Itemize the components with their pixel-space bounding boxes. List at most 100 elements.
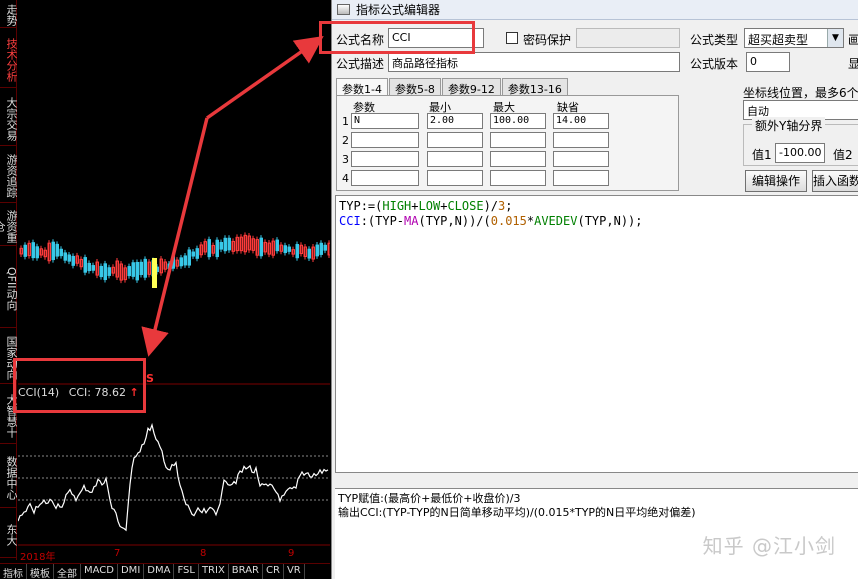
password-label: 密码保护 <box>523 33 572 47</box>
date-label: 8 <box>200 548 207 559</box>
description-label: 公式描述 <box>336 57 385 71</box>
indicator-tab[interactable]: 指标 <box>0 564 27 579</box>
param-max-cell[interactable] <box>490 151 546 167</box>
version-input[interactable]: 0 <box>746 52 790 72</box>
title-bar[interactable]: 指标公式编辑器 <box>332 0 858 20</box>
param-name-cell[interactable] <box>351 151 419 167</box>
code-line: CCI:(TYP-MA(TYP,N))/(0.015*AVEDEV(TYP,N)… <box>339 214 643 228</box>
explanation-line: 输出CCI:(TYP-TYP的N日简单移动平均)/(0.015*TYP的N日平均… <box>338 506 696 519</box>
side-tab[interactable]: 东大 <box>0 510 17 558</box>
param-min-cell[interactable] <box>427 151 483 167</box>
version-label: 公式版本 <box>690 57 739 71</box>
indicator-tab[interactable]: CR <box>263 564 284 579</box>
annotation-box-formula-name <box>319 21 475 54</box>
price-chart <box>18 232 330 546</box>
indicator-tab[interactable]: VR <box>284 564 305 579</box>
candle-body <box>295 244 299 259</box>
candle-body <box>35 246 39 259</box>
candle-body <box>83 257 87 273</box>
param-max-cell[interactable] <box>490 132 546 148</box>
window-icon <box>337 4 350 15</box>
param-name-cell[interactable] <box>351 132 419 148</box>
candle-body <box>219 241 223 250</box>
indicator-tab[interactable]: FSL <box>174 564 199 579</box>
candle-body <box>167 263 171 270</box>
candle-body <box>179 257 183 267</box>
candle-body <box>207 239 211 258</box>
candle-body <box>55 243 59 257</box>
yaxis-group-title: 额外Y轴分界 <box>752 117 826 134</box>
param-min-cell[interactable]: 2.00 <box>427 113 483 129</box>
indicator-tab[interactable]: DMA <box>144 564 175 579</box>
param-table: 参数 最小 最大 缺省 1 N 2.00 100.00 14.00 2 3 4 <box>336 95 679 191</box>
side-tab[interactable]: QFII动向 <box>0 248 17 328</box>
indicator-tab[interactable]: BRAR <box>229 564 263 579</box>
candle-body <box>67 254 71 262</box>
tab-param-1-4[interactable]: 参数1-4 <box>336 78 388 96</box>
param-name-cell[interactable] <box>351 170 419 186</box>
tab-param-5-8[interactable]: 参数5-8 <box>388 78 441 96</box>
formula-type-value: 超买超卖型 <box>748 33 809 47</box>
password-checkbox[interactable] <box>506 32 518 44</box>
indicator-tab[interactable]: MACD <box>81 564 118 579</box>
side-tab[interactable]: 大宗交易 <box>0 90 17 146</box>
side-tab[interactable]: 游资追踪 <box>0 148 17 203</box>
side-tab[interactable]: 游资重仓 <box>0 205 17 246</box>
indicator-tab[interactable]: DMI <box>118 564 145 579</box>
candle-body <box>215 239 219 258</box>
param-min-cell[interactable] <box>427 170 483 186</box>
candle-body <box>91 265 95 271</box>
candle-body <box>143 258 147 278</box>
tab-param-9-12[interactable]: 参数9-12 <box>441 78 501 96</box>
coord-line-label: 坐标线位置，最多6个， <box>743 86 858 100</box>
edit-operation-button[interactable]: 编辑操作 <box>745 170 807 192</box>
row-number: 2 <box>342 134 349 147</box>
param-default-cell[interactable] <box>553 151 609 167</box>
date-label: 9 <box>288 548 295 559</box>
candle-body <box>223 237 227 252</box>
insert-function-button[interactable]: 插入函数 <box>812 170 858 192</box>
candle-body <box>23 244 27 257</box>
candle-body <box>71 255 75 266</box>
stock-chart-panel: 走势技术分析大宗交易游资追踪游资重仓QFII动向国家动向大智慧十数据中心东大 C… <box>0 0 330 579</box>
side-tab[interactable]: 技术分析 <box>0 30 17 88</box>
param-default-cell[interactable] <box>553 170 609 186</box>
candle-body <box>99 265 103 278</box>
cut-label: 画 <box>848 33 858 47</box>
param-min-cell[interactable] <box>427 132 483 148</box>
param-tab-bar: 参数1-4 参数5-8 参数9-12 参数13-16 <box>336 78 569 96</box>
indicator-tab-bar: 指标 模板 全部 MACD DMI DMA FSL TRIX BRAR CR VR <box>0 563 330 579</box>
candle-body <box>103 263 107 281</box>
side-tab[interactable]: 数据中心 <box>0 446 17 508</box>
watermark: 知乎 @江小剑 <box>702 534 836 558</box>
candle-body <box>323 244 327 251</box>
indicator-tab[interactable]: TRIX <box>199 564 229 579</box>
param-name-cell[interactable]: N <box>351 113 419 129</box>
date-label: 7 <box>114 548 121 559</box>
indicator-tab[interactable]: 模板 <box>27 564 54 579</box>
param-max-cell[interactable] <box>490 170 546 186</box>
highlight-candle <box>152 258 157 288</box>
indicator-tab[interactable]: 全部 <box>54 564 81 579</box>
param-default-cell[interactable] <box>553 132 609 148</box>
annotation-box-cci-label <box>13 358 146 413</box>
candle-body <box>275 239 279 252</box>
description-input[interactable]: 商品路径指标 <box>388 52 680 72</box>
formula-code-editor[interactable]: TYP:=(HIGH+LOW+CLOSE)/3; CCI:(TYP-MA(TYP… <box>335 195 858 473</box>
candle-body <box>287 246 291 252</box>
side-tab[interactable]: 走势 <box>0 0 17 28</box>
param-max-cell[interactable]: 100.00 <box>490 113 546 129</box>
candle-body <box>87 262 91 272</box>
tab-param-13-16[interactable]: 参数13-16 <box>501 78 568 96</box>
formula-type-select[interactable]: 超买超卖型 ▼ <box>744 28 844 48</box>
candle-body <box>107 267 111 276</box>
param-default-cell[interactable]: 14.00 <box>553 113 609 129</box>
password-input[interactable] <box>576 28 680 48</box>
yaxis-val2-label: 值2 <box>833 148 853 162</box>
candle-body <box>259 237 263 257</box>
candle-body <box>63 252 67 261</box>
yaxis-val1-input[interactable]: -100.00 <box>775 143 825 163</box>
candle-body <box>191 251 195 257</box>
candle-body <box>31 242 35 259</box>
candle-body <box>139 261 143 276</box>
